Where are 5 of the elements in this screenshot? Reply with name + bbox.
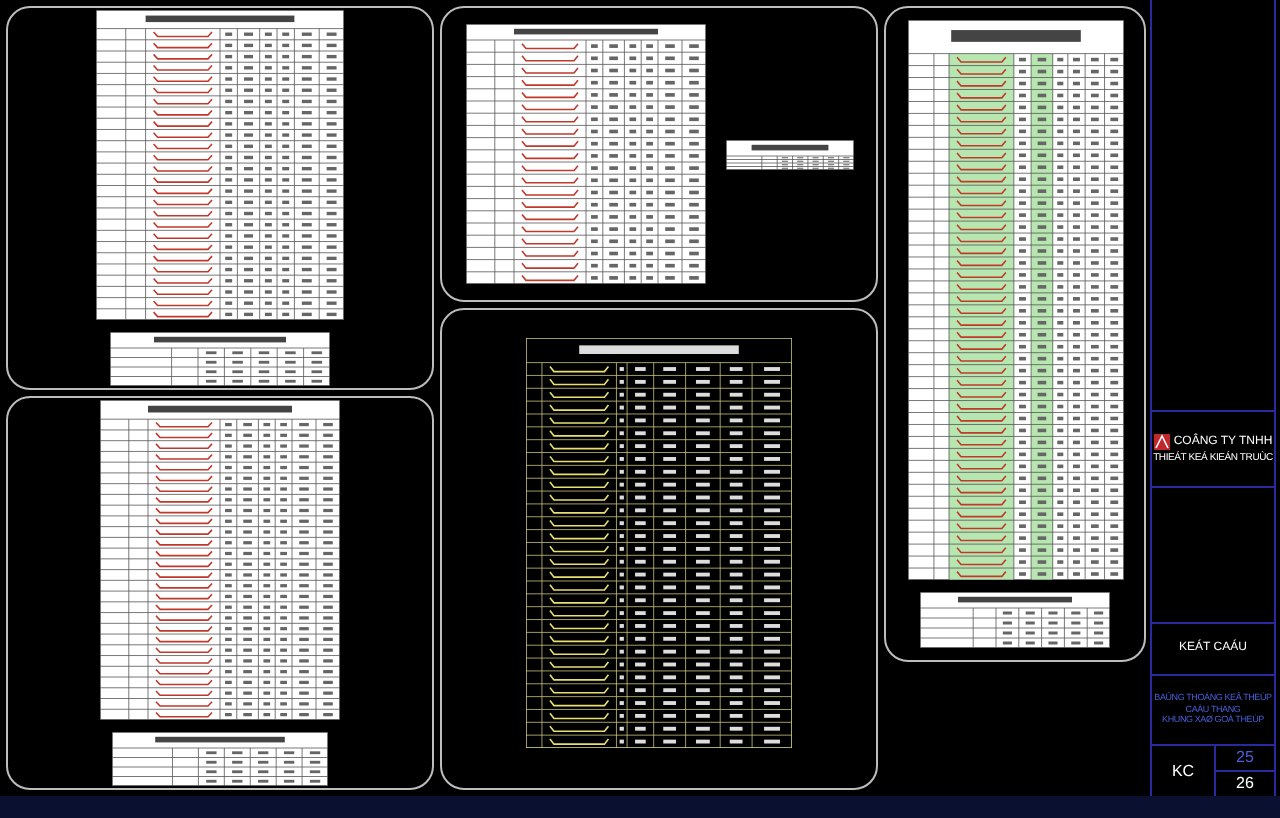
sheet-total: 26: [1236, 772, 1254, 796]
company-logo-icon: [1153, 434, 1170, 451]
sheet-number: 25: [1236, 746, 1254, 770]
rebar-table-drawing: [725, 139, 853, 169]
discipline-code: KC: [1171, 759, 1195, 783]
